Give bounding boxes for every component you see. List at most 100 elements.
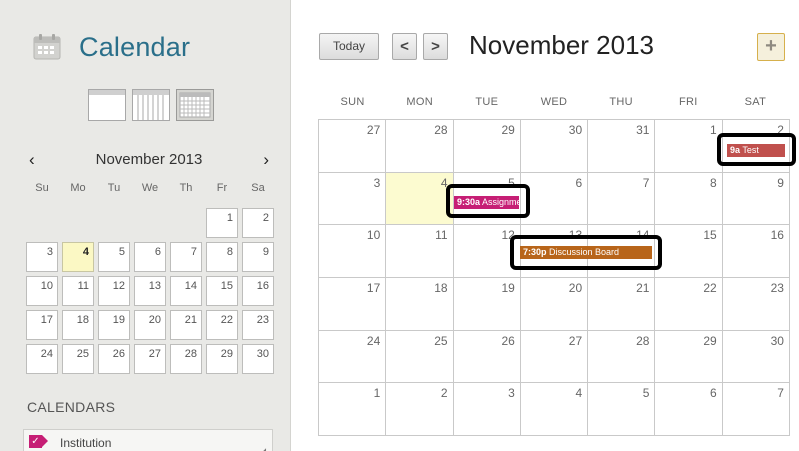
month-day-cell[interactable]: 22 — [655, 278, 723, 331]
week-view-button[interactable] — [132, 89, 170, 121]
weekday-label: FRI — [678, 96, 698, 108]
month-day-cell[interactable]: 11 — [386, 225, 454, 278]
mini-day-number: 16 — [242, 276, 274, 306]
mini-day-cell[interactable]: 22 — [204, 308, 240, 342]
mini-day-cell[interactable]: 1 — [204, 206, 240, 240]
month-day-cell[interactable]: 9 — [722, 172, 790, 226]
month-day-cell[interactable]: 12 — [453, 225, 521, 278]
month-day-cell[interactable]: 10 — [319, 225, 387, 278]
month-grid: 27 28 29 30 31 1 2 3 4 5 6 7 8 9 10 11 12 13 14 15 16 17 18 19 2… — [318, 119, 790, 436]
mini-day-cell[interactable]: 12 — [96, 274, 132, 308]
next-month-button[interactable]: > — [423, 33, 448, 60]
resize-handle-icon[interactable]: ◢ — [259, 446, 266, 451]
mini-day-cell[interactable]: 5 — [96, 240, 132, 274]
month-day-cell[interactable]: 20 — [520, 278, 589, 331]
mini-day-cell[interactable]: 25 — [60, 342, 96, 376]
mini-day-number: 19 — [98, 310, 130, 340]
month-day-cell[interactable]: 28 — [588, 330, 656, 384]
mini-day-cell[interactable]: 21 — [168, 308, 204, 342]
month-day-cell[interactable]: 27 — [319, 120, 387, 173]
month-day-cell[interactable]: 3 — [319, 172, 387, 226]
event-assignment[interactable]: 9:30a Assignment — [454, 196, 519, 209]
mini-day-cell[interactable]: 19 — [96, 308, 132, 342]
month-day-cell[interactable]: 15 — [655, 225, 723, 278]
mini-day-cell[interactable]: 3 — [24, 240, 60, 274]
month-day-cell[interactable]: 27 — [520, 330, 589, 384]
month-day-cell[interactable]: 6 — [655, 383, 723, 436]
month-day-cell[interactable]: 21 — [588, 278, 656, 331]
month-day-cell[interactable]: 5 — [588, 383, 656, 436]
mini-day-cell[interactable]: 26 — [96, 342, 132, 376]
mini-day-cell[interactable]: 14 — [168, 274, 204, 308]
mini-day-cell[interactable]: 9 — [240, 240, 276, 274]
mini-day-cell[interactable]: 6 — [132, 240, 168, 274]
event-title: Assignment — [482, 197, 519, 207]
checkbox-checked-icon[interactable]: ✓ — [29, 435, 42, 448]
mini-day-cell[interactable]: 24 — [24, 342, 60, 376]
mini-day-cell[interactable]: 23 — [240, 308, 276, 342]
month-day-cell[interactable]: 30 — [722, 330, 790, 384]
month-day-cell[interactable]: 7 — [588, 172, 656, 226]
day-view-button[interactable] — [88, 89, 126, 121]
mini-day-cell[interactable]: 28 — [168, 342, 204, 376]
mini-day-number: 12 — [98, 276, 130, 306]
mini-day-cell[interactable]: 13 — [132, 274, 168, 308]
mini-day-cell[interactable]: 2 — [240, 206, 276, 240]
mini-day-cell[interactable]: 16 — [240, 274, 276, 308]
month-day-cell[interactable]: 25 — [386, 330, 454, 384]
month-day-cell[interactable]: 8 — [655, 172, 723, 226]
month-day-cell[interactable]: 17 — [319, 278, 387, 331]
month-day-number: 1 — [373, 386, 381, 401]
month-view-button[interactable] — [176, 89, 214, 121]
mini-day-cell[interactable]: 30 — [240, 342, 276, 376]
add-event-button[interactable]: + — [757, 33, 785, 61]
prev-month-button[interactable]: < — [392, 33, 417, 60]
mini-day-cell[interactable]: 8 — [204, 240, 240, 274]
event-test[interactable]: 9a Test — [727, 144, 785, 157]
mini-weekday: We — [141, 182, 159, 194]
month-day-cell[interactable]: 29 — [655, 330, 723, 384]
month-day-cell[interactable]: 30 — [520, 120, 589, 173]
mini-day-number: 26 — [98, 344, 130, 374]
month-day-number: 6 — [575, 175, 583, 190]
event-discussion-board[interactable]: 7:30p Discussion Board — [520, 246, 652, 259]
mini-day-cell[interactable]: 20 — [132, 308, 168, 342]
month-day-cell[interactable]: 7 — [722, 383, 790, 436]
mini-day-cell[interactable]: 10 — [24, 274, 60, 308]
week-view-icon — [133, 90, 169, 120]
month-day-cell[interactable]: 3 — [453, 383, 521, 436]
month-day-cell[interactable]: 24 — [319, 330, 387, 384]
month-day-cell[interactable]: 18 — [386, 278, 454, 331]
month-day-cell[interactable]: 6 — [520, 172, 589, 226]
mini-day-cell[interactable]: 18 — [60, 308, 96, 342]
month-day-cell[interactable]: 29 — [453, 120, 521, 173]
month-day-cell[interactable]: 31 — [588, 120, 656, 173]
mini-day-cell[interactable]: 17 — [24, 308, 60, 342]
mini-day-cell[interactable]: 11 — [60, 274, 96, 308]
weekday-label: TUE — [475, 96, 499, 108]
month-day-cell[interactable]: 1 — [655, 120, 723, 173]
mini-day-cell[interactable]: 4 — [60, 240, 96, 274]
day-view-icon — [89, 90, 125, 95]
month-day-cell[interactable]: 16 — [722, 225, 790, 278]
month-day-number: 23 — [770, 281, 784, 295]
today-button[interactable]: Today — [319, 33, 379, 60]
month-day-cell[interactable]: 2 — [386, 383, 454, 436]
month-day-number: 8 — [710, 175, 717, 190]
month-day-cell[interactable]: 23 — [722, 278, 790, 331]
month-day-number: 15 — [703, 228, 717, 243]
calendar-list-item-institution[interactable]: ✓ Institution ◢ — [23, 429, 273, 451]
mini-day-cell[interactable]: 15 — [204, 274, 240, 308]
mini-day-cell[interactable]: 7 — [168, 240, 204, 274]
mini-day-cell[interactable]: 27 — [132, 342, 168, 376]
mini-day-cell[interactable]: 29 — [204, 342, 240, 376]
month-day-cell[interactable]: 19 — [453, 278, 521, 331]
mini-next-month-button[interactable]: › — [263, 150, 269, 170]
mini-day-number: 21 — [170, 310, 202, 340]
month-day-cell[interactable]: 28 — [386, 120, 454, 173]
calendar-toolbar: Today < > November 2013 + — [319, 30, 785, 62]
month-day-cell[interactable]: 4 — [386, 172, 454, 226]
month-day-cell[interactable]: 26 — [453, 330, 521, 384]
month-day-cell[interactable]: 4 — [520, 383, 589, 436]
month-day-cell[interactable]: 1 — [319, 383, 387, 436]
